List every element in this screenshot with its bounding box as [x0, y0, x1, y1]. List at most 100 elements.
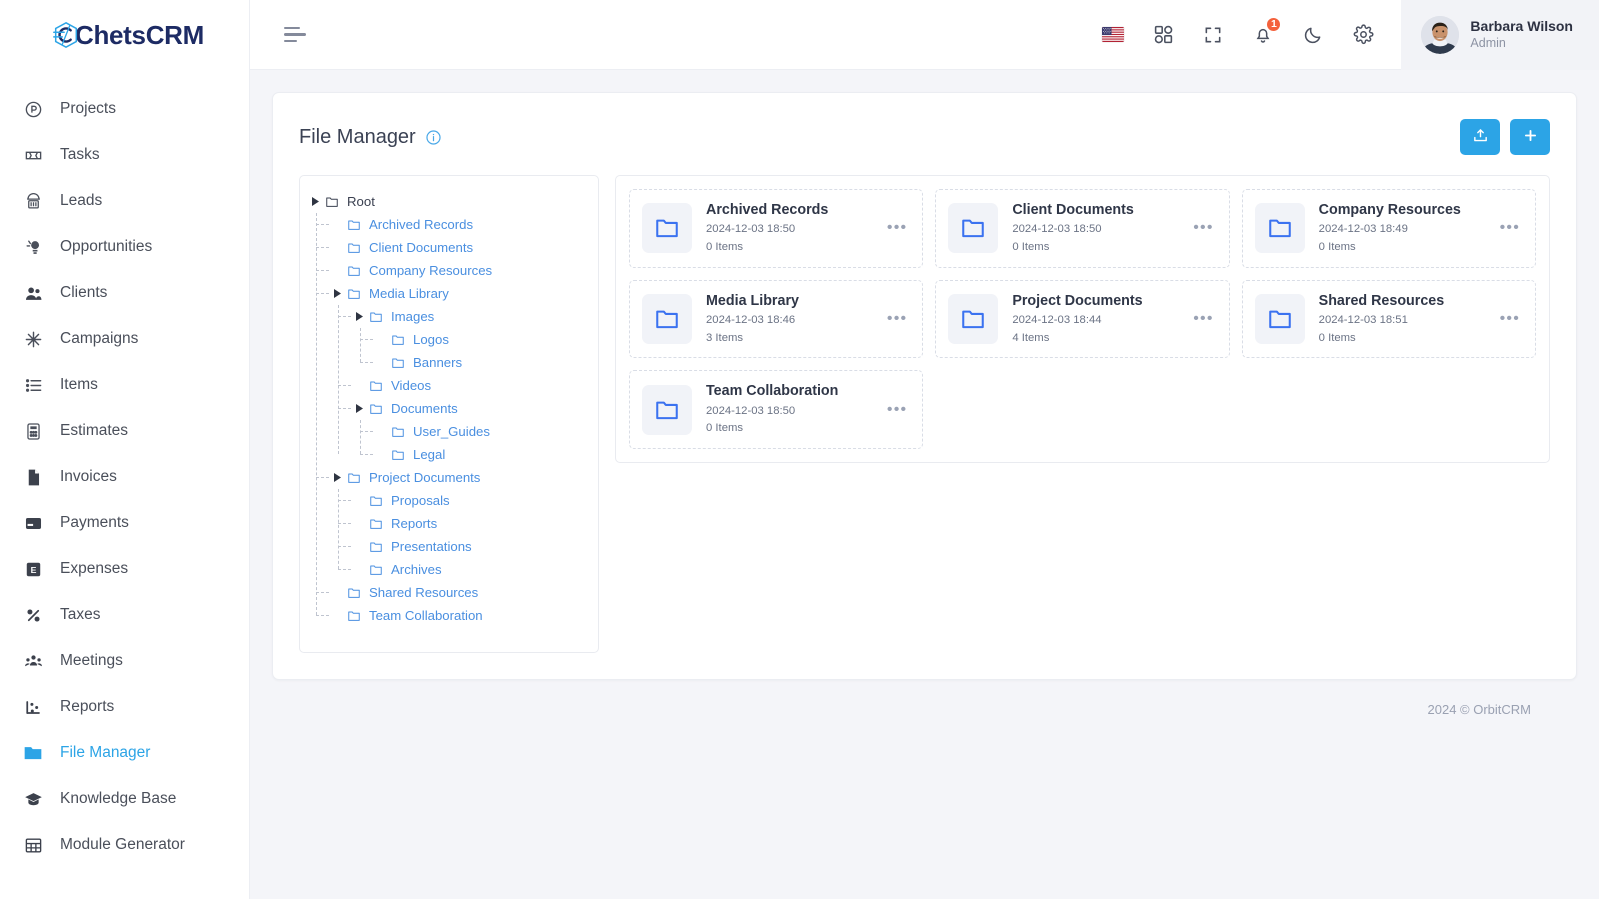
tree-node: Company Resources	[316, 259, 588, 282]
tree-node-label[interactable]: Videos	[354, 374, 588, 397]
apps-grid-icon[interactable]	[1151, 23, 1175, 47]
tree-node-label[interactable]: Archived Records	[332, 213, 588, 236]
sidebar-item-campaigns[interactable]: Campaigns	[0, 316, 249, 362]
tree-node-label[interactable]: Project Documents	[332, 466, 588, 489]
folder-options-button[interactable]: •••	[884, 220, 910, 236]
tree-node-label[interactable]: Presentations	[354, 535, 588, 558]
chevron-right-icon[interactable]	[332, 473, 342, 482]
folder-card[interactable]: Archived Records 2024-12-03 18:50 0 Items •…	[629, 189, 924, 268]
folder-icon	[347, 241, 362, 255]
sidebar-item-label: Invoices	[60, 468, 117, 485]
info-circle-icon[interactable]	[425, 129, 442, 146]
sidebar-item-label: Items	[60, 376, 98, 393]
tree-node-label[interactable]: Documents	[354, 397, 588, 420]
sidebar-item-label: Campaigns	[60, 330, 139, 347]
sidebar-item-label: Projects	[60, 100, 116, 117]
sidebar-item-payments[interactable]: Payments	[0, 500, 249, 546]
user-role: Admin	[1470, 36, 1506, 51]
sidebar-item-module-generator[interactable]: Module Generator	[0, 822, 249, 868]
folder-options-button[interactable]: •••	[884, 311, 910, 327]
dark-mode-moon-icon[interactable]	[1301, 23, 1325, 47]
tree-node-text: Shared Resources	[369, 585, 479, 600]
sidebar-item-taxes[interactable]: Taxes	[0, 592, 249, 638]
chevron-right-icon[interactable]	[332, 289, 342, 298]
tree-node-text: Root	[347, 194, 375, 209]
folder-thumbnail	[948, 203, 999, 254]
tree-node-label[interactable]: Team Collaboration	[332, 604, 588, 627]
chevron-right-icon[interactable]	[310, 197, 320, 206]
module-generator-icon	[22, 834, 44, 856]
folder-meta: Team Collaboration 2024-12-03 18:50 0 Item…	[706, 382, 870, 437]
folder-item-count: 0 Items	[1318, 240, 1356, 253]
folder-options-button[interactable]: •••	[1190, 220, 1216, 236]
tree-node-label[interactable]: User_Guides	[376, 420, 588, 443]
folder-card[interactable]: Project Documents 2024-12-03 18:44 4 Items…	[935, 279, 1230, 359]
sidebar-item-invoices[interactable]: Invoices	[0, 454, 249, 500]
tree-level-2: Images Logos Banners Videos Documents User_Gu…	[332, 305, 588, 466]
settings-gear-icon[interactable]	[1351, 23, 1375, 47]
brand-logo[interactable]: ChetsCRM	[0, 0, 249, 70]
sidebar-item-expenses[interactable]: E Expenses	[0, 546, 249, 592]
sidebar-item-reports[interactable]: Reports	[0, 684, 249, 730]
folder-thumbnail	[1254, 294, 1305, 345]
folder-card[interactable]: Team Collaboration 2024-12-03 18:50 0 Item…	[629, 370, 924, 450]
sidebar-item-tasks[interactable]: Tasks	[0, 132, 249, 178]
estimates-icon	[22, 420, 44, 442]
tree-node-label[interactable]: Reports	[354, 512, 588, 535]
tree-node-label-root[interactable]: Root	[310, 190, 588, 213]
folder-date: 2024-12-03 18:50	[706, 223, 796, 236]
folder-card[interactable]: Client Documents 2024-12-03 18:50 0 Items •…	[935, 189, 1230, 268]
tree-node-label[interactable]: Media Library	[332, 282, 588, 305]
sidebar-item-projects[interactable]: Projects	[0, 86, 249, 132]
tree-node-label[interactable]: Logos	[376, 328, 588, 351]
notifications-bell-icon[interactable]: 1	[1251, 15, 1283, 47]
sidebar-item-file-manager[interactable]: File Manager	[0, 730, 249, 776]
user-menu[interactable]: Barbara Wilson Admin	[1401, 0, 1599, 70]
chevron-right-icon[interactable]	[354, 404, 364, 413]
language-flag-icon[interactable]	[1101, 23, 1125, 47]
tree-node-label[interactable]: Images	[354, 305, 588, 328]
sidebar-item-knowledge-base[interactable]: Knowledge Base	[0, 776, 249, 822]
tree-node-label[interactable]: Company Resources	[332, 259, 588, 282]
file-manager-body: Root Archived Records Client Documents Comp…	[273, 155, 1576, 679]
tree-node-label[interactable]: Banners	[376, 351, 588, 374]
tree-node-text: Presentations	[391, 539, 472, 554]
upload-button[interactable]	[1460, 119, 1500, 155]
folder-options-button[interactable]: •••	[1190, 311, 1216, 327]
add-folder-button[interactable]	[1510, 119, 1550, 155]
folder-options-button[interactable]: •••	[1497, 311, 1523, 327]
folder-card[interactable]: Company Resources 2024-12-03 18:49 0 Items…	[1241, 189, 1536, 268]
tree-node-label[interactable]: Shared Resources	[332, 581, 588, 604]
sidebar-item-meetings[interactable]: Meetings	[0, 638, 249, 684]
folder-icon	[22, 742, 44, 764]
folder-date: 2024-12-03 18:50	[1012, 223, 1102, 236]
folder-card[interactable]: Shared Resources 2024-12-03 18:51 0 Items •…	[1241, 279, 1536, 359]
folder-item-count: 3 Items	[706, 331, 744, 344]
chevron-right-icon[interactable]	[354, 312, 364, 321]
folder-icon	[369, 379, 384, 393]
leads-icon	[22, 190, 44, 212]
knowledge-base-icon	[22, 788, 44, 810]
folder-card[interactable]: Media Library 2024-12-03 18:46 3 Items •••	[629, 279, 924, 359]
folder-tree: Root Archived Records Client Documents Comp…	[310, 190, 588, 627]
sidebar-item-opportunities[interactable]: Opportunities	[0, 224, 249, 270]
tree-node-label[interactable]: Legal	[376, 443, 588, 466]
tree-node-label[interactable]: Archives	[354, 558, 588, 581]
tree-node-label[interactable]: Proposals	[354, 489, 588, 512]
sidebar-item-estimates[interactable]: Estimates	[0, 408, 249, 454]
fullscreen-icon[interactable]	[1201, 23, 1225, 47]
tree-node: Presentations	[338, 535, 588, 558]
tree-node: Archived Records	[316, 213, 588, 236]
sidebar-item-clients[interactable]: Clients	[0, 270, 249, 316]
user-name: Barbara Wilson	[1470, 17, 1573, 34]
tree-node: Media Library Images Logos Banners Videos Doc…	[316, 282, 588, 466]
tree-node-text: Images	[391, 309, 435, 324]
folder-icon	[347, 218, 362, 232]
hamburger-icon[interactable]	[284, 26, 306, 43]
sidebar-item-items[interactable]: Items	[0, 362, 249, 408]
sidebar-item-leads[interactable]: Leads	[0, 178, 249, 224]
tree-node-label[interactable]: Client Documents	[332, 236, 588, 259]
folder-options-button[interactable]: •••	[884, 401, 910, 418]
folder-options-button[interactable]: •••	[1497, 220, 1523, 236]
folder-thumbnail	[948, 294, 999, 345]
